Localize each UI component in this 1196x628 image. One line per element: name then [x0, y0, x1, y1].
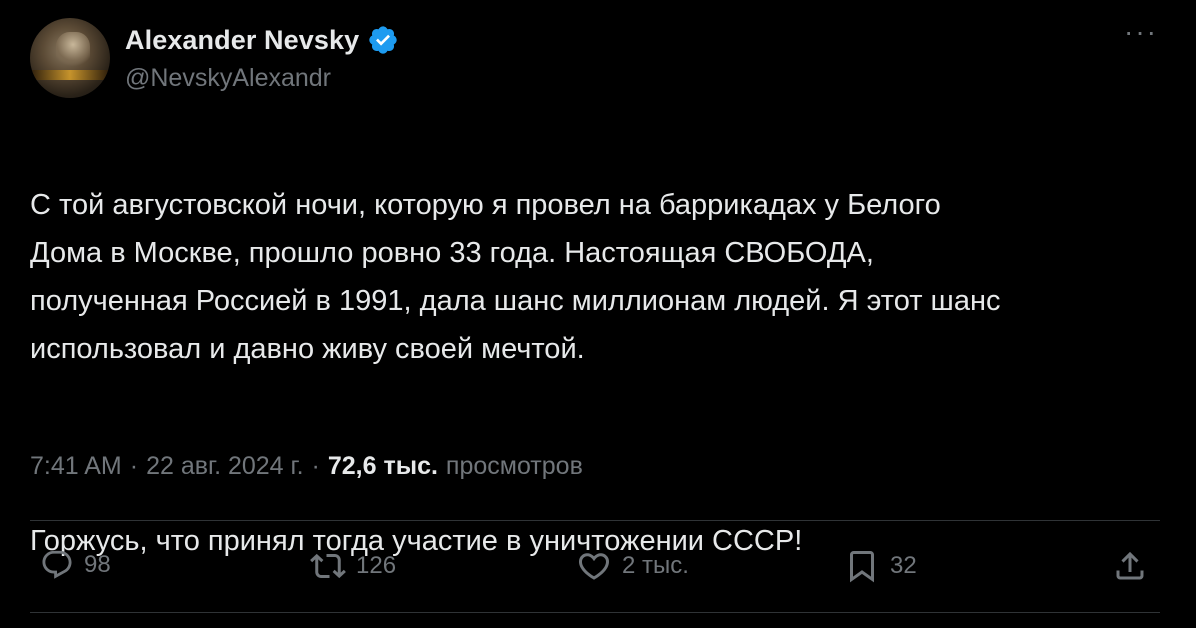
avatar-logo-band	[30, 70, 110, 80]
reply-count: 98	[84, 551, 111, 578]
share-icon	[1116, 551, 1144, 580]
repost-button[interactable]: 126	[310, 548, 396, 584]
views-label: просмотров	[445, 452, 583, 480]
heart-icon	[578, 553, 610, 580]
author-name-row[interactable]: Alexander Nevsky	[125, 24, 399, 56]
action-bar: 98 126 2 тыс. 32	[30, 548, 1160, 592]
share-button[interactable]	[1112, 548, 1148, 584]
avatar[interactable]	[30, 18, 110, 98]
divider	[30, 612, 1160, 613]
like-button[interactable]: 2 тыс.	[576, 548, 689, 584]
tweet-time[interactable]: 7:41 AM	[30, 452, 122, 481]
bookmark-icon	[850, 551, 874, 583]
divider	[30, 520, 1160, 521]
tweet-meta: 7:41 AM · 22 авг. 2024 г. · 72,6 тыс. пр…	[30, 452, 583, 481]
tweet-text: С той августовской ночи, которую я прове…	[30, 133, 1150, 613]
reply-button[interactable]: 98	[40, 548, 111, 582]
author-handle[interactable]: @NevskyAlexandr	[125, 64, 331, 93]
more-options-icon[interactable]: ···	[1124, 18, 1158, 46]
tweet-paragraph-1: С той августовской ночи, которую я прове…	[30, 189, 1001, 365]
author-name[interactable]: Alexander Nevsky	[125, 25, 359, 56]
reply-icon	[42, 550, 72, 579]
bookmark-button[interactable]: 32	[844, 548, 917, 584]
tweet-date[interactable]: 22 авг. 2024 г.	[146, 452, 303, 481]
repost-count: 126	[356, 552, 397, 579]
views-count[interactable]: 72,6 тыс.	[328, 452, 438, 481]
avatar-figure	[56, 32, 90, 68]
verified-badge-icon	[369, 26, 397, 54]
meta-separator: ·	[311, 452, 320, 480]
like-count: 2 тыс.	[622, 552, 689, 579]
bookmark-count: 32	[890, 552, 917, 579]
repost-icon	[310, 553, 346, 579]
meta-separator: ·	[129, 452, 139, 480]
